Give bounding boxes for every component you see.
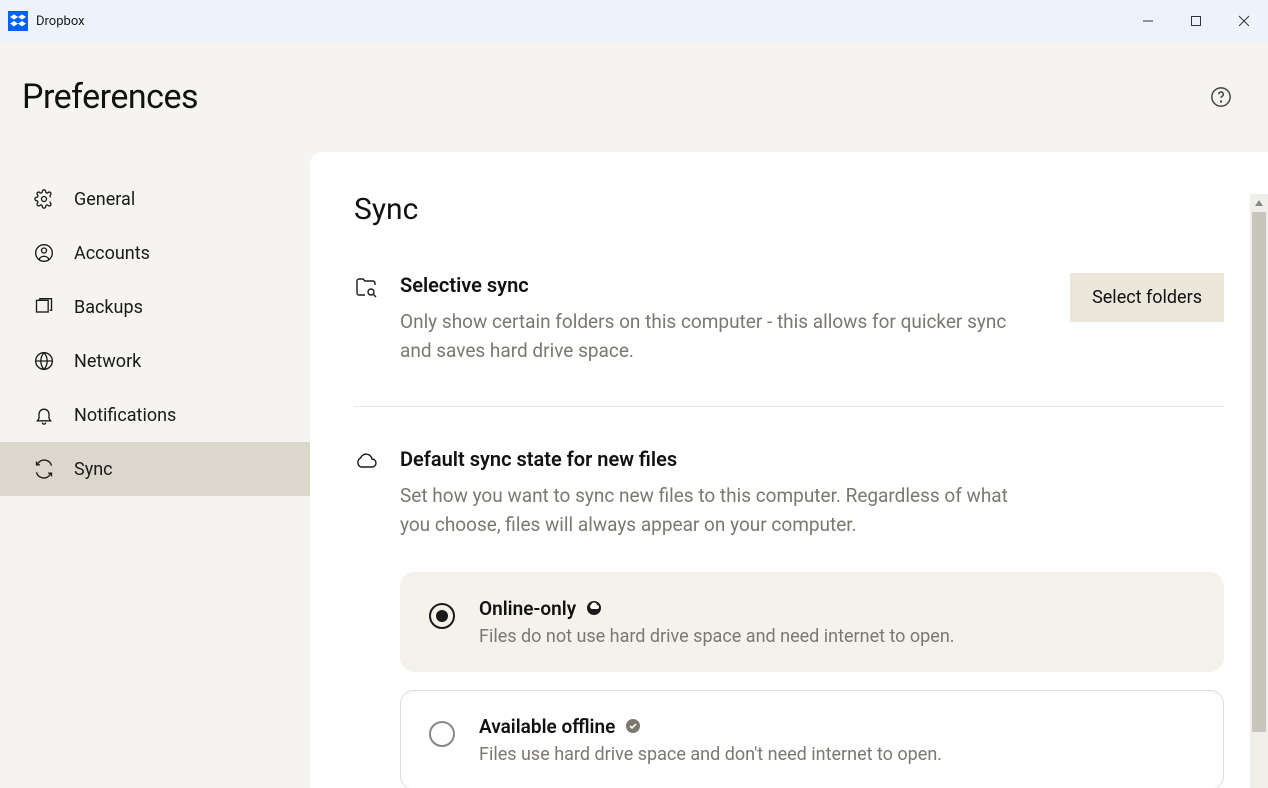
- dropbox-logo-icon: [8, 11, 28, 31]
- section-title: Default sync state for new files: [400, 447, 1224, 471]
- sidebar-item-sync[interactable]: Sync: [0, 442, 310, 496]
- user-circle-icon: [34, 243, 54, 263]
- radio-available-offline[interactable]: Available offline Files use hard drive s…: [400, 690, 1224, 788]
- main-panel-container: Sync Selective sync Only show certain fo…: [310, 42, 1268, 788]
- globe-icon: [34, 351, 54, 371]
- titlebar-title: Dropbox: [36, 14, 85, 29]
- section-title: Selective sync: [400, 273, 1048, 297]
- sidebar-item-backups[interactable]: Backups: [0, 280, 310, 334]
- gear-icon: [34, 189, 54, 209]
- help-button[interactable]: [1210, 86, 1232, 108]
- radio-indicator: [429, 721, 455, 747]
- radio-title: Online-only: [479, 597, 576, 620]
- sidebar-item-label: Notifications: [74, 405, 176, 426]
- folder-search-icon: [354, 275, 378, 299]
- main-panel: Sync Selective sync Only show certain fo…: [310, 152, 1268, 788]
- window-maximize-button[interactable]: [1172, 0, 1220, 42]
- sidebar-item-label: Accounts: [74, 243, 150, 264]
- scrollbar-up-arrow-icon[interactable]: [1250, 194, 1268, 212]
- sidebar-item-label: Network: [74, 351, 141, 372]
- sidebar-item-network[interactable]: Network: [0, 334, 310, 388]
- sidebar-item-general[interactable]: General: [0, 172, 310, 226]
- section-desc: Only show certain folders on this comput…: [400, 307, 1020, 366]
- window-minimize-button[interactable]: [1124, 0, 1172, 42]
- window-close-button[interactable]: [1220, 0, 1268, 42]
- cloud-icon: [354, 449, 378, 473]
- sidebar-item-accounts[interactable]: Accounts: [0, 226, 310, 280]
- radio-online-only[interactable]: Online-only Files do not use hard drive …: [400, 572, 1224, 672]
- sync-state-radio-group: Online-only Files do not use hard drive …: [400, 572, 1224, 788]
- cloud-badge-icon: [586, 600, 602, 616]
- sidebar-item-notifications[interactable]: Notifications: [0, 388, 310, 442]
- sync-icon: [34, 459, 54, 479]
- titlebar-brand: Dropbox: [8, 11, 85, 31]
- radio-indicator: [429, 603, 455, 629]
- sidebar-nav: General Accounts Backups Network Notific…: [0, 152, 310, 496]
- section-default-sync-state: Default sync state for new files Set how…: [354, 406, 1224, 788]
- backup-icon: [34, 297, 54, 317]
- section-selective-sync: Selective sync Only show certain folders…: [354, 267, 1224, 406]
- sidebar-item-label: Sync: [74, 459, 113, 480]
- titlebar: Dropbox: [0, 0, 1268, 42]
- bell-icon: [34, 405, 54, 425]
- sidebar-item-label: General: [74, 189, 135, 210]
- radio-desc: Files do not use hard drive space and ne…: [479, 626, 1195, 647]
- scrollbar[interactable]: [1250, 194, 1268, 788]
- radio-title: Available offline: [479, 715, 615, 738]
- page-title: Preferences: [22, 77, 198, 117]
- check-badge-icon: [625, 718, 641, 734]
- radio-desc: Files use hard drive space and don't nee…: [479, 744, 1195, 765]
- select-folders-button[interactable]: Select folders: [1070, 273, 1224, 322]
- section-desc: Set how you want to sync new files to th…: [400, 481, 1020, 540]
- sidebar-item-label: Backups: [74, 297, 143, 318]
- scrollbar-thumb[interactable]: [1252, 212, 1266, 732]
- panel-title: Sync: [354, 192, 1224, 227]
